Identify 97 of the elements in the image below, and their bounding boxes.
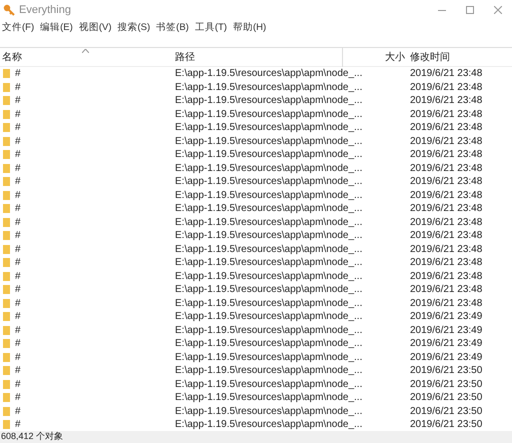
column-header[interactable]: 名称 [0, 48, 173, 66]
file-name: # [15, 350, 21, 365]
modified-time: 2019/6/21 23:48 [410, 284, 482, 296]
modified-time: 2019/6/21 23:48 [410, 122, 482, 134]
file-path: E:\app-1.19.5\resources\app\apm\node_... [175, 136, 362, 147]
file-path: E:\app-1.19.5\resources\app\apm\node_... [175, 95, 362, 106]
file-name: # [15, 121, 21, 136]
menu-item[interactable]: 帮助(H) [232, 20, 266, 36]
file-name: # [15, 202, 21, 216]
file-name: # [15, 134, 21, 149]
modified-time: 2019/6/21 23:48 [410, 95, 482, 106]
menu-item[interactable]: 编辑(E) [40, 20, 73, 36]
modified-time: 2019/6/21 23:48 [410, 257, 482, 268]
file-path: E:\app-1.19.5\resources\app\apm\node_... [175, 82, 362, 93]
modified-time: 2019/6/21 23:48 [410, 162, 482, 174]
file-name: # [15, 94, 21, 108]
file-path: E:\app-1.19.5\resources\app\apm\node_... [175, 419, 362, 430]
modified-time: 2019/6/21 23:50 [410, 365, 482, 376]
modified-time: 2019/6/21 23:50 [410, 406, 482, 417]
file-path: E:\app-1.19.5\resources\app\apm\node_... [175, 203, 362, 214]
modified-time: 2019/6/21 23:48 [410, 190, 482, 201]
modified-time: 2019/6/21 23:48 [410, 149, 482, 160]
file-path: E:\app-1.19.5\resources\app\apm\node_... [175, 338, 362, 350]
column-header[interactable]: 修改时间 [407, 48, 512, 66]
file-path: E:\app-1.19.5\resources\app\apm\node_... [175, 68, 362, 80]
file-name: # [15, 391, 21, 406]
modified-time: 2019/6/21 23:48 [410, 270, 482, 282]
file-path: E:\app-1.19.5\resources\app\apm\node_... [175, 406, 362, 417]
modified-time: 2019/6/21 23:49 [410, 338, 482, 350]
modified-time: 2019/6/21 23:48 [410, 230, 482, 242]
file-path: E:\app-1.19.5\resources\app\apm\node_... [175, 324, 362, 336]
modified-time: 2019/6/21 23:50 [410, 392, 482, 404]
file-name: # [15, 80, 21, 95]
modified-time: 2019/6/21 23:48 [410, 298, 482, 309]
file-path: E:\app-1.19.5\resources\app\apm\node_... [175, 108, 362, 120]
file-name: # [15, 296, 21, 311]
file-path: E:\app-1.19.5\resources\app\apm\node_... [175, 176, 362, 188]
modified-time: 2019/6/21 23:48 [410, 108, 482, 120]
file-name: # [15, 162, 21, 176]
file-path: E:\app-1.19.5\resources\app\apm\node_... [175, 298, 362, 309]
modified-time: 2019/6/21 23:49 [410, 352, 482, 363]
modified-time: 2019/6/21 23:48 [410, 136, 482, 147]
file-path: E:\app-1.19.5\resources\app\apm\node_... [175, 311, 362, 322]
file-name: # [15, 310, 21, 324]
modified-time: 2019/6/21 23:49 [410, 324, 482, 336]
menu-item[interactable]: 书签(B) [156, 20, 189, 36]
file-path: E:\app-1.19.5\resources\app\apm\node_... [175, 162, 362, 174]
file-path: E:\app-1.19.5\resources\app\apm\node_... [175, 284, 362, 296]
file-name: # [15, 229, 21, 244]
file-name: # [15, 188, 21, 203]
modified-time: 2019/6/21 23:50 [410, 378, 482, 390]
modified-time: 2019/6/21 23:50 [410, 419, 482, 430]
window-title: Everything [19, 2, 71, 18]
menu-item[interactable]: 文件(F) [2, 20, 34, 36]
file-path: E:\app-1.19.5\resources\app\apm\node_... [175, 122, 362, 134]
file-path: E:\app-1.19.5\resources\app\apm\node_... [175, 257, 362, 268]
modified-time: 2019/6/21 23:48 [410, 176, 482, 188]
close-icon [494, 6, 502, 14]
file-path: E:\app-1.19.5\resources\app\apm\node_... [175, 365, 362, 376]
modified-time: 2019/6/21 23:48 [410, 244, 482, 255]
file-name: # [15, 216, 21, 230]
file-name: # [15, 148, 21, 162]
file-name: # [15, 404, 21, 419]
file-name: # [15, 324, 21, 338]
column-header[interactable]: 路径 [173, 48, 343, 66]
file-path: E:\app-1.19.5\resources\app\apm\node_... [175, 352, 362, 363]
file-path: E:\app-1.19.5\resources\app\apm\node_... [175, 230, 362, 242]
column-header[interactable]: 大小 [343, 48, 407, 66]
file-name: # [15, 283, 21, 298]
file-name: # [15, 242, 21, 257]
status-text: 608,412 个对象 [0, 430, 64, 443]
file-name: # [15, 364, 21, 378]
file-path: E:\app-1.19.5\resources\app\apm\node_... [175, 378, 362, 390]
file-path: E:\app-1.19.5\resources\app\apm\node_... [175, 270, 362, 282]
key-icon [3, 4, 15, 16]
file-path: E:\app-1.19.5\resources\app\apm\node_... [175, 149, 362, 160]
modified-time: 2019/6/21 23:48 [410, 216, 482, 228]
modified-time: 2019/6/21 23:49 [410, 311, 482, 322]
file-name: # [15, 175, 21, 190]
file-path: E:\app-1.19.5\resources\app\apm\node_... [175, 190, 362, 201]
file-path: E:\app-1.19.5\resources\app\apm\node_... [175, 216, 362, 228]
menu-item[interactable]: 工具(T) [194, 20, 227, 36]
file-path: E:\app-1.19.5\resources\app\apm\node_... [175, 244, 362, 255]
file-name: # [15, 337, 21, 352]
file-name: # [15, 108, 21, 122]
file-name: # [15, 418, 21, 431]
file-name: # [15, 67, 21, 82]
file-name: # [15, 256, 21, 270]
menu-item[interactable]: 视图(V) [78, 20, 112, 36]
file-name: # [15, 378, 21, 392]
modified-time: 2019/6/21 23:48 [410, 82, 482, 93]
file-path: E:\app-1.19.5\resources\app\apm\node_... [175, 392, 362, 404]
menu-item[interactable]: 搜索(S) [117, 20, 150, 36]
maximize-icon [466, 6, 474, 14]
file-name: # [15, 270, 21, 284]
modified-time: 2019/6/21 23:48 [410, 203, 482, 214]
modified-time: 2019/6/21 23:48 [410, 68, 482, 80]
